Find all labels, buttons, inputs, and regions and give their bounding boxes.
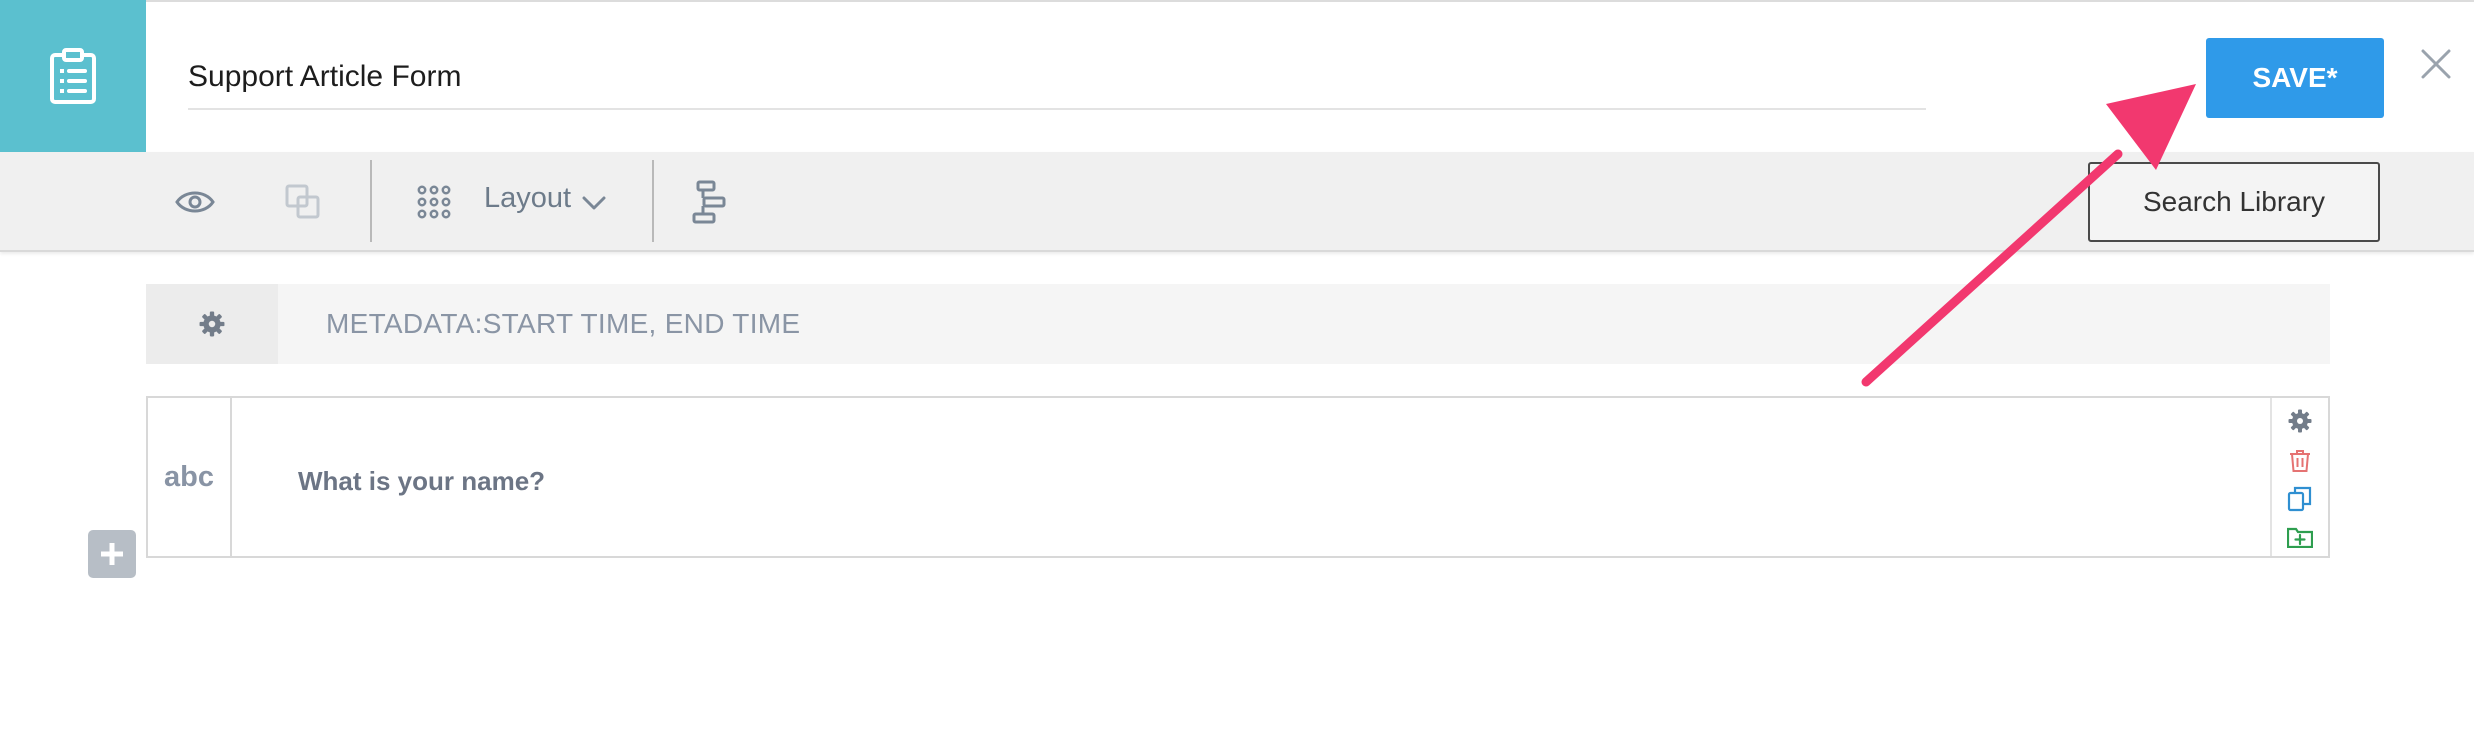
toolbar-divider [652, 160, 654, 242]
close-icon [2421, 49, 2451, 79]
trash-icon [2290, 450, 2310, 472]
eye-icon [175, 191, 215, 213]
logic-button[interactable] [690, 178, 730, 226]
question-actions [2270, 398, 2328, 556]
form-title-input[interactable] [188, 52, 1926, 102]
layout-grid-button[interactable] [414, 182, 454, 222]
question-settings-button[interactable] [2285, 406, 2315, 436]
metadata-section[interactable]: METADATA:START TIME, END TIME [146, 284, 2330, 364]
layout-dropdown-label[interactable]: Layout [484, 182, 571, 215]
question-add-to-library-button[interactable] [2285, 522, 2315, 552]
metadata-settings-button[interactable] [146, 284, 278, 364]
gear-icon [199, 311, 225, 337]
close-button[interactable] [2416, 44, 2456, 84]
folder-plus-icon [2287, 527, 2313, 548]
copy-icon [285, 184, 320, 219]
chevron-down-icon [582, 196, 606, 210]
annotation-arrow [1861, 84, 2196, 387]
toolbar-divider [370, 160, 372, 242]
question-text[interactable]: What is your name? [298, 466, 545, 497]
grid-icon [417, 185, 451, 219]
search-library-button[interactable]: Search Library [2088, 162, 2380, 242]
copy-icon [2287, 486, 2312, 512]
top-border [0, 0, 2474, 2]
gear-icon [2288, 409, 2312, 433]
form-badge [0, 0, 146, 152]
plus-icon [101, 543, 123, 565]
question-type-label: abc [148, 398, 232, 556]
clipboard-list-icon [50, 48, 96, 104]
question-card[interactable]: abc What is your name? [146, 396, 2330, 558]
question-delete-button[interactable] [2285, 446, 2315, 476]
form-title-field [188, 52, 1926, 110]
layout-dropdown-toggle[interactable] [580, 190, 608, 216]
add-question-button[interactable] [88, 530, 136, 578]
question-copy-button[interactable] [2285, 484, 2315, 514]
save-button[interactable]: SAVE* [2206, 38, 2384, 118]
preview-button[interactable] [172, 180, 218, 224]
metadata-text: METADATA:START TIME, END TIME [326, 308, 801, 339]
duplicate-button[interactable] [282, 180, 324, 224]
branch-icon [692, 180, 726, 224]
